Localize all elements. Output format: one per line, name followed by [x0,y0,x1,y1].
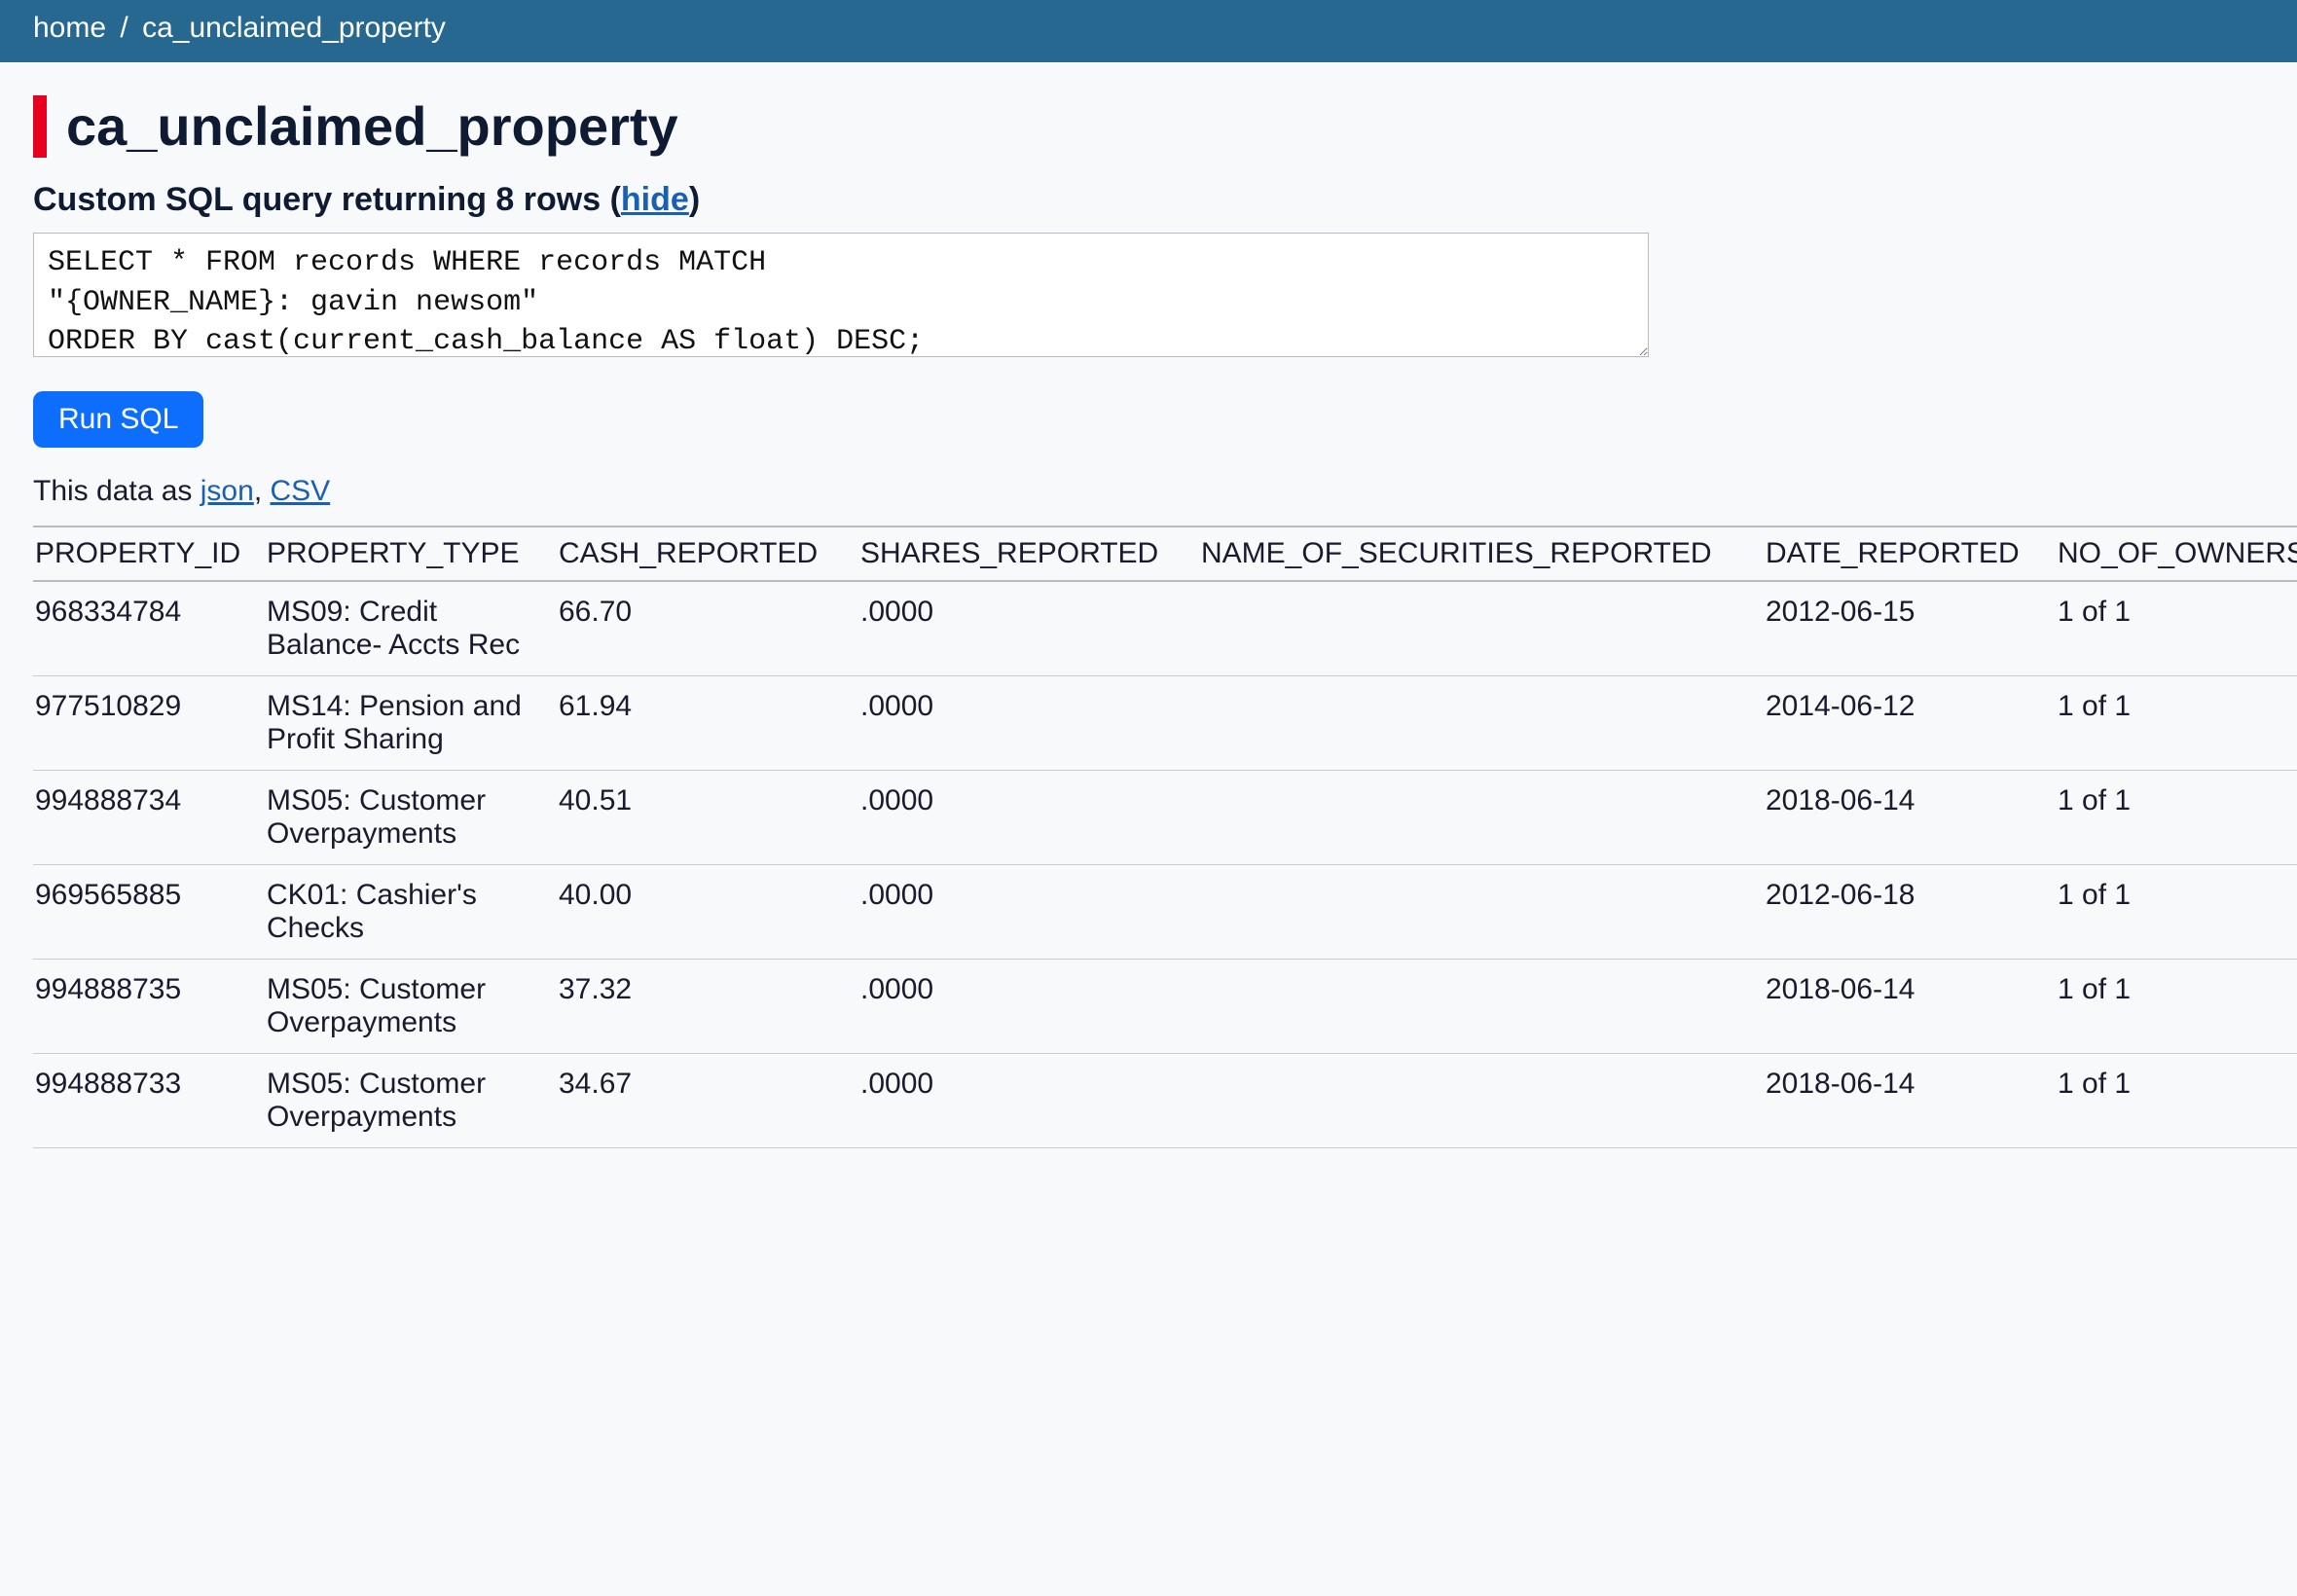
table-cell: 40.00 [559,865,860,960]
table-cell: 37.32 [559,960,860,1054]
column-header[interactable]: PROPERTY_TYPE [267,526,559,581]
column-header[interactable]: SHARES_REPORTED [860,526,1201,581]
table-cell: MS05: Customer Overpayments [267,960,559,1054]
table-cell: 968334784 [33,581,267,676]
table-cell: MS14: Pension and Profit Sharing [267,676,559,771]
breadcrumb-home-link[interactable]: home [33,12,106,44]
table-cell: 994888735 [33,960,267,1054]
page-title: ca_unclaimed_property [33,95,2264,158]
table-cell: 2012-06-15 [1766,581,2058,676]
column-header[interactable]: NAME_OF_SECURITIES_REPORTED [1201,526,1766,581]
json-link[interactable]: json [201,475,254,507]
query-summary-suffix: ) [689,181,700,218]
table-row: 977510829MS14: Pension and Profit Sharin… [33,676,2297,771]
table-cell [1201,771,1766,865]
sql-textarea[interactable] [33,233,1649,357]
table-cell: 2018-06-14 [1766,1054,2058,1148]
table-row: 994888734MS05: Customer Overpayments40.5… [33,771,2297,865]
query-summary-text: Custom SQL query returning 8 rows ( [33,181,621,218]
table-cell: 994888734 [33,771,267,865]
table-cell: .0000 [860,960,1201,1054]
table-cell: MS05: Customer Overpayments [267,771,559,865]
table-cell [1201,1054,1766,1148]
column-header[interactable]: PROPERTY_ID [33,526,267,581]
table-cell [1201,865,1766,960]
data-as-sep: , [254,475,271,507]
table-cell: .0000 [860,676,1201,771]
table-cell: 1 of 1 [2058,960,2297,1054]
table-row: 994888735MS05: Customer Overpayments37.3… [33,960,2297,1054]
table-cell: .0000 [860,865,1201,960]
table-cell: 969565885 [33,865,267,960]
table-cell: 2014-06-12 [1766,676,2058,771]
breadcrumb-current: ca_unclaimed_property [142,12,446,44]
table-header-row: PROPERTY_IDPROPERTY_TYPECASH_REPORTEDSHA… [33,526,2297,581]
table-cell: 994888733 [33,1054,267,1148]
table-cell: 2018-06-14 [1766,960,2058,1054]
breadcrumb: home / ca_unclaimed_property [0,0,2297,62]
table-row: 969565885CK01: Cashier's Checks40.00.000… [33,865,2297,960]
table-cell: 1 of 1 [2058,865,2297,960]
table-cell: 1 of 1 [2058,676,2297,771]
table-row: 994888733MS05: Customer Overpayments34.6… [33,1054,2297,1148]
column-header[interactable]: CASH_REPORTED [559,526,860,581]
run-sql-button[interactable]: Run SQL [33,391,203,448]
table-cell: 40.51 [559,771,860,865]
data-as-prefix: This data as [33,475,201,507]
column-header[interactable]: DATE_REPORTED [1766,526,2058,581]
table-cell [1201,960,1766,1054]
table-cell [1201,676,1766,771]
table-cell: 2012-06-18 [1766,865,2058,960]
table-cell [1201,581,1766,676]
query-summary: Custom SQL query returning 8 rows (hide) [33,181,2264,219]
breadcrumb-separator: / [114,12,133,44]
table-cell: .0000 [860,1054,1201,1148]
results-table: PROPERTY_IDPROPERTY_TYPECASH_REPORTEDSHA… [33,526,2297,1148]
table-cell: .0000 [860,581,1201,676]
table-cell: 66.70 [559,581,860,676]
table-cell: .0000 [860,771,1201,865]
table-cell: 34.67 [559,1054,860,1148]
table-cell: CK01: Cashier's Checks [267,865,559,960]
data-export-links: This data as json, CSV [33,475,2264,508]
hide-link[interactable]: hide [621,181,689,218]
table-cell: MS09: Credit Balance- Accts Rec [267,581,559,676]
table-cell: 977510829 [33,676,267,771]
table-cell: MS05: Customer Overpayments [267,1054,559,1148]
table-cell: 2018-06-14 [1766,771,2058,865]
csv-link[interactable]: CSV [270,475,330,507]
table-cell: 61.94 [559,676,860,771]
table-cell: 1 of 1 [2058,581,2297,676]
table-row: 968334784MS09: Credit Balance- Accts Rec… [33,581,2297,676]
table-cell: 1 of 1 [2058,771,2297,865]
table-cell: 1 of 1 [2058,1054,2297,1148]
column-header[interactable]: NO_OF_OWNERS [2058,526,2297,581]
